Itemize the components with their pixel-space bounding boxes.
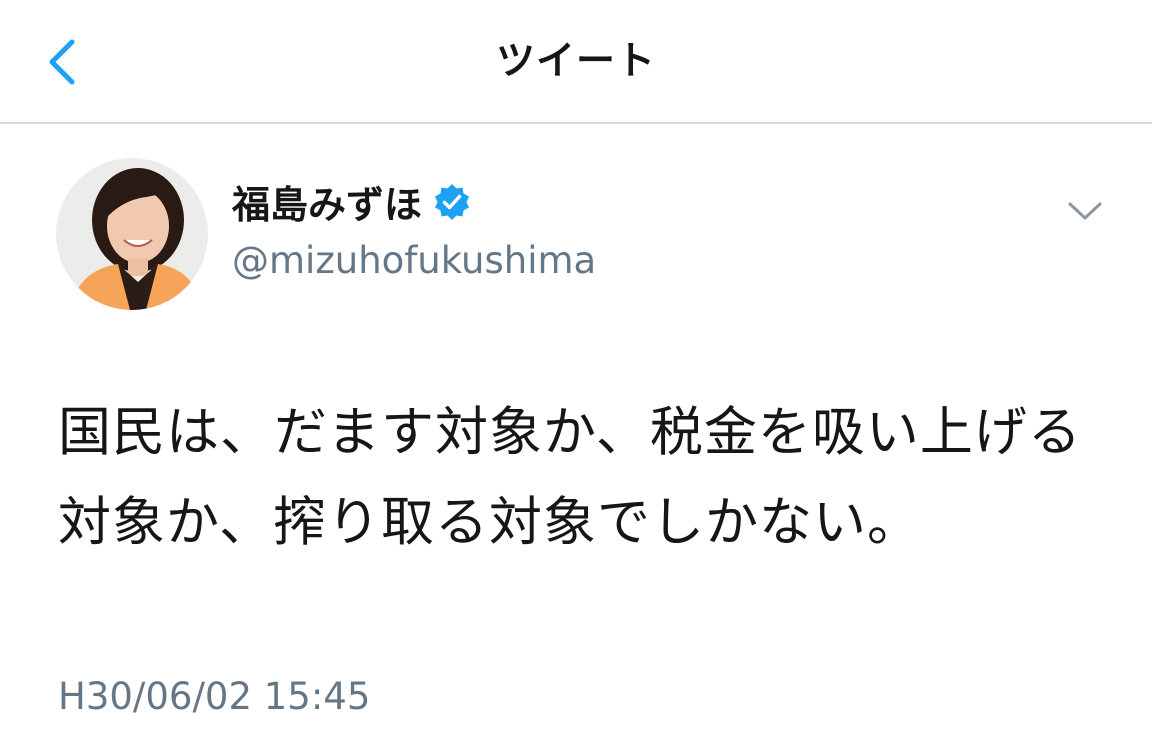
tweet-timestamp[interactable]: H30/06/02 15:45 xyxy=(58,672,370,722)
verified-badge-icon xyxy=(435,184,470,220)
user-handle[interactable]: @mizuhofukushima xyxy=(232,236,596,286)
chevron-down-icon xyxy=(1068,202,1102,220)
page-title: ツイート xyxy=(495,39,656,84)
profile-photo xyxy=(56,158,208,310)
nav-header: ツイート xyxy=(0,0,1152,124)
tweet-menu-button[interactable] xyxy=(1066,196,1104,226)
avatar[interactable] xyxy=(56,158,208,310)
tweet-text: 国民は、だます対象か、税金を吸い上げる対象か、搾り取る対象でしかない。 xyxy=(58,402,1082,553)
display-name[interactable]: 福島みずほ xyxy=(232,180,472,230)
display-name-text: 福島みずほ xyxy=(232,183,423,227)
